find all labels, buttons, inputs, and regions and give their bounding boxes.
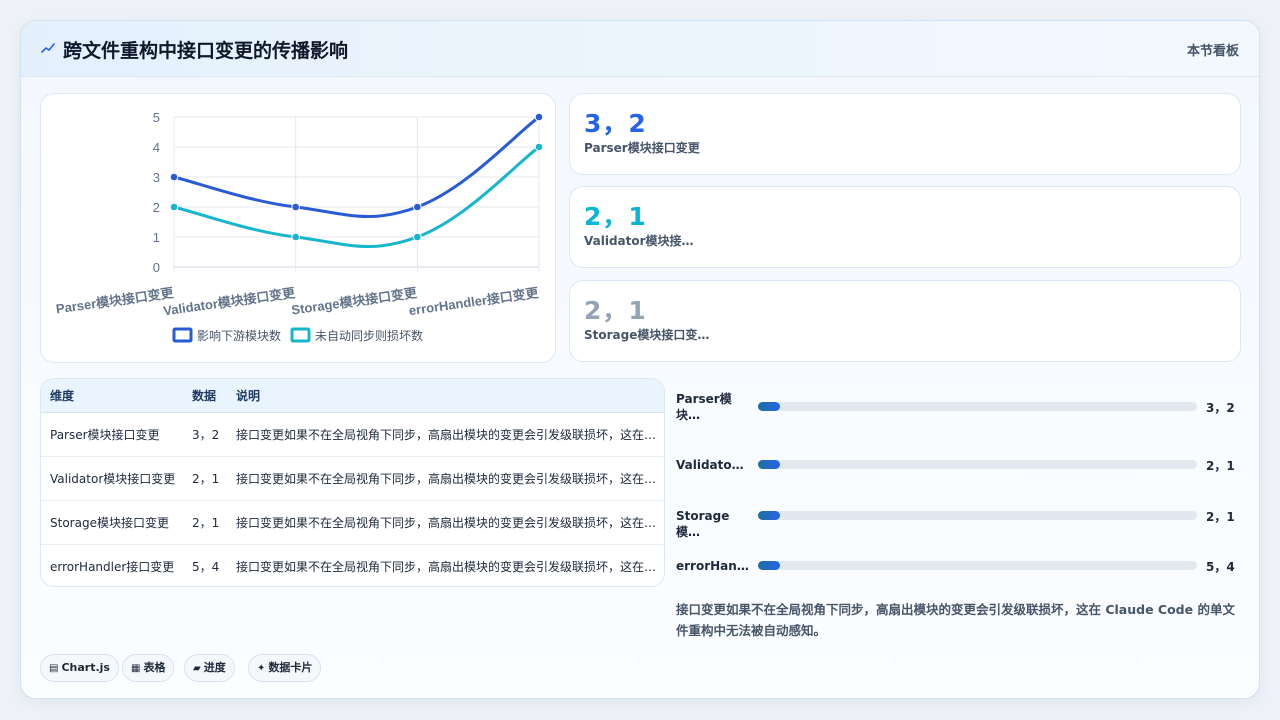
progress-icon: ▰ (193, 663, 201, 674)
chip-chartjs[interactable]: ▤ Chart.js (40, 654, 119, 682)
x-tick-label: Parser模块接口变更 (55, 285, 175, 316)
data-point (534, 112, 544, 122)
cell-note: 接口变更如果不在全局视角下同步，高扇出模块的变更会引发级联损坏，这在… (227, 500, 664, 545)
data-point (534, 142, 544, 152)
chip-table[interactable]: ▦ 表格 (122, 654, 175, 682)
chip-label: 表格 (143, 661, 166, 674)
stat-value: 2，1 (584, 296, 647, 325)
progress-row: Validato… 2，1 (676, 457, 1246, 487)
chip-label: Chart.js (61, 661, 110, 674)
series-line (173, 115, 540, 218)
y-tick-label: 2 (153, 200, 160, 215)
column-header: 数据 (183, 379, 227, 413)
legend-label: 影响下游模块数 (197, 328, 281, 343)
dashboard-panel: 跨文件重构中接口变更的传播影响 本节看板 0 1 2 3 4 5 Parser模块接口变更 V… (20, 20, 1260, 699)
progress-row: Storage模… 2，1 (676, 508, 1246, 539)
stat-card-parser: 3，2 Parser模块接口变更 (569, 93, 1241, 175)
stat-value: 3，2 (584, 109, 647, 138)
chip-label: 进度 (203, 661, 226, 674)
cell-note: 接口变更如果不在全局视角下同步，高扇出模块的变更会引发级联损坏，这在… (236, 559, 657, 574)
panel-header: 跨文件重构中接口变更的传播影响 本节看板 (21, 21, 1259, 77)
sparkle-icon: ✦ (257, 663, 266, 674)
progress-row: errorHan… 5，4 (676, 558, 1246, 588)
x-tick-label: Validator模块接口变更 (162, 285, 297, 318)
x-tick-label: errorHandler接口变更 (408, 285, 541, 318)
progress-track (758, 511, 1197, 520)
progress-fill (758, 561, 780, 570)
progress-label: Validato… (676, 458, 744, 472)
spark-icon (41, 43, 55, 53)
data-point (413, 202, 422, 212)
cell-dimension: errorHandler接口变更 (50, 559, 175, 574)
line-chart-card: 0 1 2 3 4 5 Parser模块接口变更 Validator模块接口变更 Storage… (40, 93, 556, 363)
y-tick-label: 3 (153, 170, 160, 185)
progress-label: errorHan… (676, 559, 748, 573)
table-row: Validator模块接口变更 2，1 接口变更如果不在全局视角下同步，高扇出模… (41, 456, 664, 501)
progress-row: Parser模块… 3，2 (676, 391, 1246, 422)
chart-icon: ▤ (49, 663, 59, 674)
y-tick-label: 0 (153, 260, 160, 275)
table-row: errorHandler接口变更 5，4 接口变更如果不在全局视角下同步，高扇出… (41, 544, 664, 586)
stat-label: Validator模块接… (584, 234, 694, 248)
cell-note: 接口变更如果不在全局视角下同步，高扇出模块的变更会引发级联损坏，这在… (227, 456, 664, 501)
series-line (173, 145, 540, 248)
section-badge: 本节看板 (1186, 44, 1239, 59)
table-icon: ▦ (131, 663, 141, 674)
table-row: Storage模块接口变更 2，1 接口变更如果不在全局视角下同步，高扇出模块的… (41, 500, 664, 545)
cell-data: 2，1 (183, 456, 227, 501)
cell-data: 3，2 (183, 412, 227, 457)
x-tick-label: Storage模块接口变更 (290, 285, 418, 318)
y-tick-label: 4 (153, 140, 160, 155)
stat-label: Storage模块接口变… (584, 328, 710, 342)
progress-fill (758, 511, 780, 520)
column-header: 说明 (227, 379, 664, 413)
y-tick-label: 1 (153, 230, 160, 245)
progress-label: Storage模… (676, 509, 730, 539)
progress-track (758, 561, 1197, 570)
stat-value: 2，1 (584, 202, 647, 231)
y-tick-label: 5 (153, 110, 160, 125)
stat-card-storage: 2，1 Storage模块接口变… (569, 280, 1241, 362)
table-header-row: 维度 数据 说明 (41, 379, 664, 413)
legend-swatch (290, 327, 311, 343)
cell-note: 接口变更如果不在全局视角下同步，高扇出模块的变更会引发级联损坏，这在… (227, 412, 664, 457)
summary-note: 接口变更如果不在全局视角下同步，高扇出模块的变更会引发级联损坏，这在 Claud… (676, 602, 1235, 638)
stat-card-validator: 2，1 Validator模块接… (569, 186, 1241, 268)
chip-label: 数据卡片 (268, 661, 313, 674)
cell-data: 5，4 (192, 559, 220, 574)
progress-label: Parser模块… (676, 392, 732, 422)
data-point (169, 172, 179, 182)
progress-track (758, 460, 1197, 469)
data-point (413, 232, 422, 242)
progress-fill (758, 460, 780, 469)
progress-track (758, 402, 1197, 411)
table-row: Parser模块接口变更 3，2 接口变更如果不在全局视角下同步，高扇出模块的变… (41, 412, 664, 457)
data-table-card: 维度 数据 说明 Parser模块接口变更 3，2 接口变更如果不在全局视角下同… (40, 378, 665, 587)
column-header: 维度 (41, 379, 183, 413)
data-point (169, 202, 179, 212)
progress-value: 3，2 (1206, 401, 1235, 415)
legend-swatch (172, 327, 193, 343)
progress-fill (758, 402, 780, 411)
progress-value: 5，4 (1206, 560, 1235, 574)
cell-dimension: Validator模块接口变更 (41, 456, 183, 501)
cell-dimension: Storage模块接口变更 (41, 500, 183, 545)
stat-label: Parser模块接口变更 (584, 141, 700, 155)
chip-progress[interactable]: ▰ 进度 (184, 654, 235, 682)
legend-label: 未自动同步则损坏数 (315, 328, 423, 343)
cell-dimension: Parser模块接口变更 (41, 412, 183, 457)
progress-value: 2，1 (1206, 459, 1235, 473)
data-table: 维度 数据 说明 Parser模块接口变更 3，2 接口变更如果不在全局视角下同… (41, 379, 664, 586)
data-point (291, 232, 300, 242)
page-title: 跨文件重构中接口变更的传播影响 (63, 40, 349, 62)
chip-data-cards[interactable]: ✦ 数据卡片 (248, 654, 322, 682)
cell-data: 2，1 (183, 500, 227, 545)
data-point (291, 202, 300, 212)
progress-value: 2，1 (1206, 510, 1235, 524)
line-chart: 0 1 2 3 4 5 Parser模块接口变更Validator模块接口变更Storage… (55, 110, 544, 343)
